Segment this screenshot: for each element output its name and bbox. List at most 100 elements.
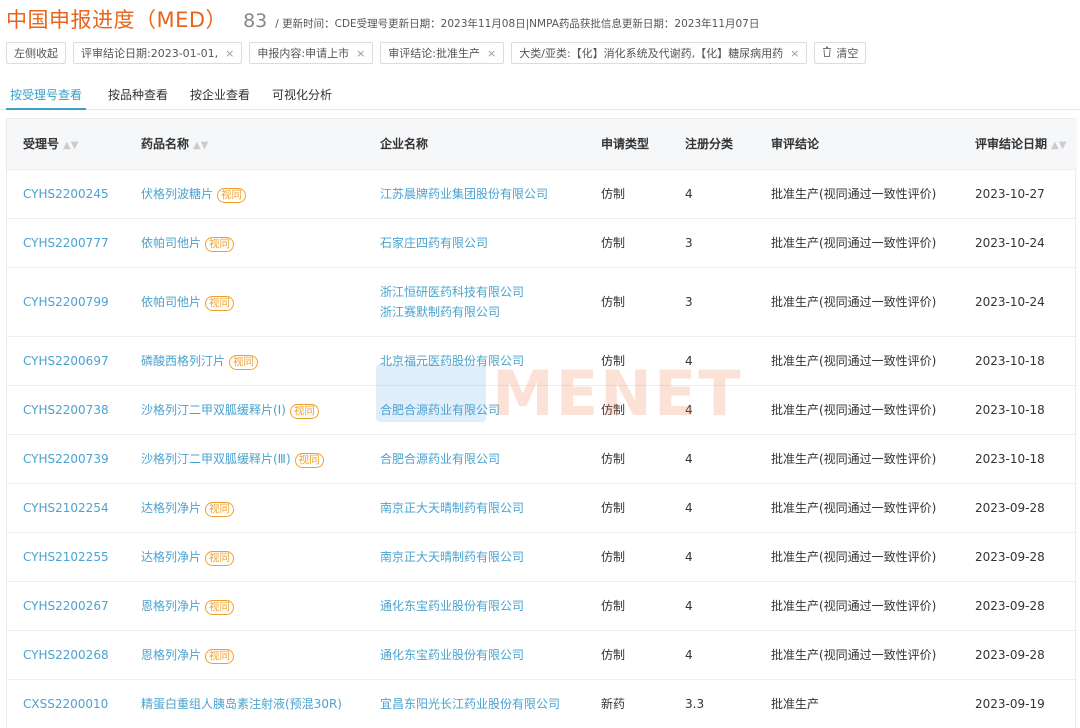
close-icon[interactable]: ×	[356, 47, 365, 60]
application-type-cell: 仿制	[601, 354, 626, 368]
sort-icon[interactable]: ▲▼	[63, 140, 78, 151]
drug-name-link[interactable]: 依帕司他片	[141, 236, 201, 250]
table-row: CYHS2200799 依帕司他片 视同 浙江恒研医药科技有限公司 浙江赛默制药有限公司…	[7, 267, 1077, 336]
conclusion-date-cell: 2023-09-19	[975, 696, 1045, 711]
tab-by-company[interactable]: 按企业查看	[190, 82, 250, 110]
column-header-conclusion-date[interactable]: 评审结论日期 ▲▼	[959, 119, 1077, 169]
conclusion-cell: 批准生产(视同通过一致性评价)	[771, 599, 937, 613]
drug-name-cell[interactable]: 恩格列净片 视同	[125, 581, 364, 630]
drug-name-link[interactable]: 精蛋白重组人胰岛素注射液(预混30R)	[141, 697, 342, 711]
company-name-link[interactable]: 南京正大天晴制药有限公司	[380, 547, 585, 567]
company-name-link[interactable]: 合肥合源药业有限公司	[380, 449, 585, 469]
company-name-link[interactable]: 宜昌东阳光长江药业股份有限公司	[380, 694, 585, 714]
company-cell: 南京正大天晴制药有限公司	[364, 532, 585, 581]
conclusion-date-cell: 2023-10-18	[975, 451, 1045, 466]
acceptance-no-link[interactable]: CYHS2200738	[7, 385, 125, 434]
tab-by-variety[interactable]: 按品种查看	[108, 82, 168, 110]
acceptance-no-link[interactable]: CYHS2200777	[7, 218, 125, 267]
page-header: 中国申报进度（MED） 83 / 更新时间：CDE受理号更新日期：2023年11…	[6, 4, 759, 34]
close-icon[interactable]: ×	[790, 47, 799, 60]
conclusion-cell: 批准生产(视同通过一致性评价)	[771, 295, 937, 309]
drug-name-link[interactable]: 依帕司他片	[141, 295, 201, 309]
company-name-link[interactable]: 江苏晨牌药业集团股份有限公司	[380, 184, 585, 204]
application-type-cell: 仿制	[601, 236, 626, 250]
drug-name-link[interactable]: 恩格列净片	[141, 599, 201, 613]
company-name-link[interactable]: 通化东宝药业股份有限公司	[380, 596, 585, 616]
column-header-registration-class: 注册分类	[685, 137, 734, 152]
clear-filters-button[interactable]: 清空	[814, 42, 867, 64]
company-name-link[interactable]: 浙江赛默制药有限公司	[380, 302, 585, 322]
company-name-link[interactable]: 浙江恒研医药科技有限公司	[380, 282, 585, 302]
drug-name-cell[interactable]: 达格列净片 视同	[125, 483, 364, 532]
acceptance-no-link[interactable]: CYHS2200268	[7, 630, 125, 679]
collapse-label: 左侧收起	[14, 47, 58, 60]
acceptance-no-link[interactable]: CYHS2200267	[7, 581, 125, 630]
drug-name-link[interactable]: 伏格列波糖片	[141, 187, 213, 201]
application-type-cell: 仿制	[601, 648, 626, 662]
registration-class-cell: 4	[685, 598, 693, 613]
view-tabs: 按受理号查看 按品种查看 按企业查看 可视化分析	[0, 82, 1080, 110]
company-name-link[interactable]: 北京福元医药股份有限公司	[380, 351, 585, 371]
application-type-cell: 仿制	[601, 452, 626, 466]
acceptance-no-link[interactable]: CYHS2200739	[7, 434, 125, 483]
sort-icon[interactable]: ▲▼	[193, 140, 208, 151]
column-header-application-type: 申请类型	[601, 137, 650, 152]
page-title: 中国申报进度（MED）	[6, 8, 228, 32]
drug-name-cell[interactable]: 沙格列汀二甲双胍缓释片(Ⅰ) 视同	[125, 385, 364, 434]
filter-chip-label: 大类/亚类:【化】消化系统及代谢药,【化】糖尿病用药	[519, 47, 784, 60]
close-icon[interactable]: ×	[225, 47, 234, 60]
equivalence-badge: 视同	[294, 452, 324, 468]
company-cell: 江苏晨牌药业集团股份有限公司	[364, 169, 585, 218]
tab-by-acceptance-no[interactable]: 按受理号查看	[6, 82, 87, 110]
filter-chip-category[interactable]: 大类/亚类:【化】消化系统及代谢药,【化】糖尿病用药 ×	[511, 42, 808, 64]
acceptance-no-link[interactable]: CYHS2200245	[7, 169, 125, 218]
drug-name-cell[interactable]: 伏格列波糖片 视同	[125, 169, 364, 218]
acceptance-no-link[interactable]: CYHS2102255	[7, 532, 125, 581]
acceptance-no-link[interactable]: CYHS2102254	[7, 483, 125, 532]
company-name-link[interactable]: 合肥合源药业有限公司	[380, 400, 585, 420]
table-row: CYHS2200738 沙格列汀二甲双胍缓释片(Ⅰ) 视同 合肥合源药业有限公司 仿制 4…	[7, 385, 1077, 434]
filter-chip-conclusion[interactable]: 审评结论:批准生产 ×	[380, 42, 505, 64]
company-cell: 北京福元医药股份有限公司	[364, 336, 585, 385]
company-cell: 浙江恒研医药科技有限公司 浙江赛默制药有限公司	[364, 267, 585, 336]
acceptance-no-link[interactable]: CYHS2200697	[7, 336, 125, 385]
column-header-drug-name[interactable]: 药品名称 ▲▼	[125, 119, 364, 169]
table-row: CYHS2200245 伏格列波糖片 视同 江苏晨牌药业集团股份有限公司 仿制 4 批准生产…	[7, 169, 1077, 218]
drug-name-cell[interactable]: 恩格列净片 视同	[125, 630, 364, 679]
drug-name-link[interactable]: 达格列净片	[141, 501, 201, 515]
drug-name-link[interactable]: 沙格列汀二甲双胍缓释片(Ⅰ)	[141, 403, 286, 417]
table-header-row: 受理号 ▲▼ 药品名称 ▲▼ 企业名称 申请类型 注册分类 审评结论 评审结论日期 ▲…	[7, 119, 1077, 169]
company-cell: 合肥合源药业有限公司	[364, 385, 585, 434]
company-name-link[interactable]: 石家庄四药有限公司	[380, 233, 585, 253]
acceptance-no-link[interactable]: CYHS2200799	[7, 267, 125, 336]
drug-name-link[interactable]: 恩格列净片	[141, 648, 201, 662]
application-type-cell: 仿制	[601, 295, 626, 309]
drug-name-cell[interactable]: 磷酸西格列汀片 视同	[125, 336, 364, 385]
drug-name-link[interactable]: 沙格列汀二甲双胍缓释片(Ⅲ)	[141, 452, 291, 466]
acceptance-no-link[interactable]: CXSS2200010	[7, 679, 125, 728]
column-header-acceptance-no[interactable]: 受理号 ▲▼	[7, 119, 125, 169]
conclusion-cell: 批准生产	[771, 697, 820, 712]
drug-name-link[interactable]: 磷酸西格列汀片	[141, 354, 225, 368]
update-info: / 更新时间：CDE受理号更新日期：2023年11月08日|NMPA药品获批信息…	[275, 18, 760, 30]
drug-name-link[interactable]: 达格列净片	[141, 550, 201, 564]
registration-class-cell: 4	[685, 500, 693, 515]
drug-name-cell[interactable]: 沙格列汀二甲双胍缓释片(Ⅲ) 视同	[125, 434, 364, 483]
company-name-link[interactable]: 通化东宝药业股份有限公司	[380, 645, 585, 665]
collapse-sidebar-button[interactable]: 左侧收起	[6, 42, 66, 64]
conclusion-cell: 批准生产(视同通过一致性评价)	[771, 501, 937, 515]
company-name-link[interactable]: 南京正大天晴制药有限公司	[380, 498, 585, 518]
sort-icon[interactable]: ▲▼	[1051, 140, 1066, 151]
filter-chip-content[interactable]: 申报内容:申请上市 ×	[249, 42, 374, 64]
conclusion-date-cell: 2023-10-18	[975, 402, 1045, 417]
close-icon[interactable]: ×	[487, 47, 496, 60]
drug-name-cell[interactable]: 依帕司他片 视同	[125, 218, 364, 267]
registration-class-cell: 4	[685, 186, 693, 201]
drug-name-cell[interactable]: 精蛋白重组人胰岛素注射液(预混30R)	[125, 679, 364, 728]
registration-class-cell: 3	[685, 235, 693, 250]
drug-name-cell[interactable]: 达格列净片 视同	[125, 532, 364, 581]
filter-chip-date[interactable]: 评审结论日期:2023-01-01, ×	[73, 42, 243, 64]
drug-name-cell[interactable]: 依帕司他片 视同	[125, 267, 364, 336]
tab-visual-analysis[interactable]: 可视化分析	[272, 82, 332, 110]
table-row: CYHS2200267 恩格列净片 视同 通化东宝药业股份有限公司 仿制 4 批准生产(视同…	[7, 581, 1077, 630]
